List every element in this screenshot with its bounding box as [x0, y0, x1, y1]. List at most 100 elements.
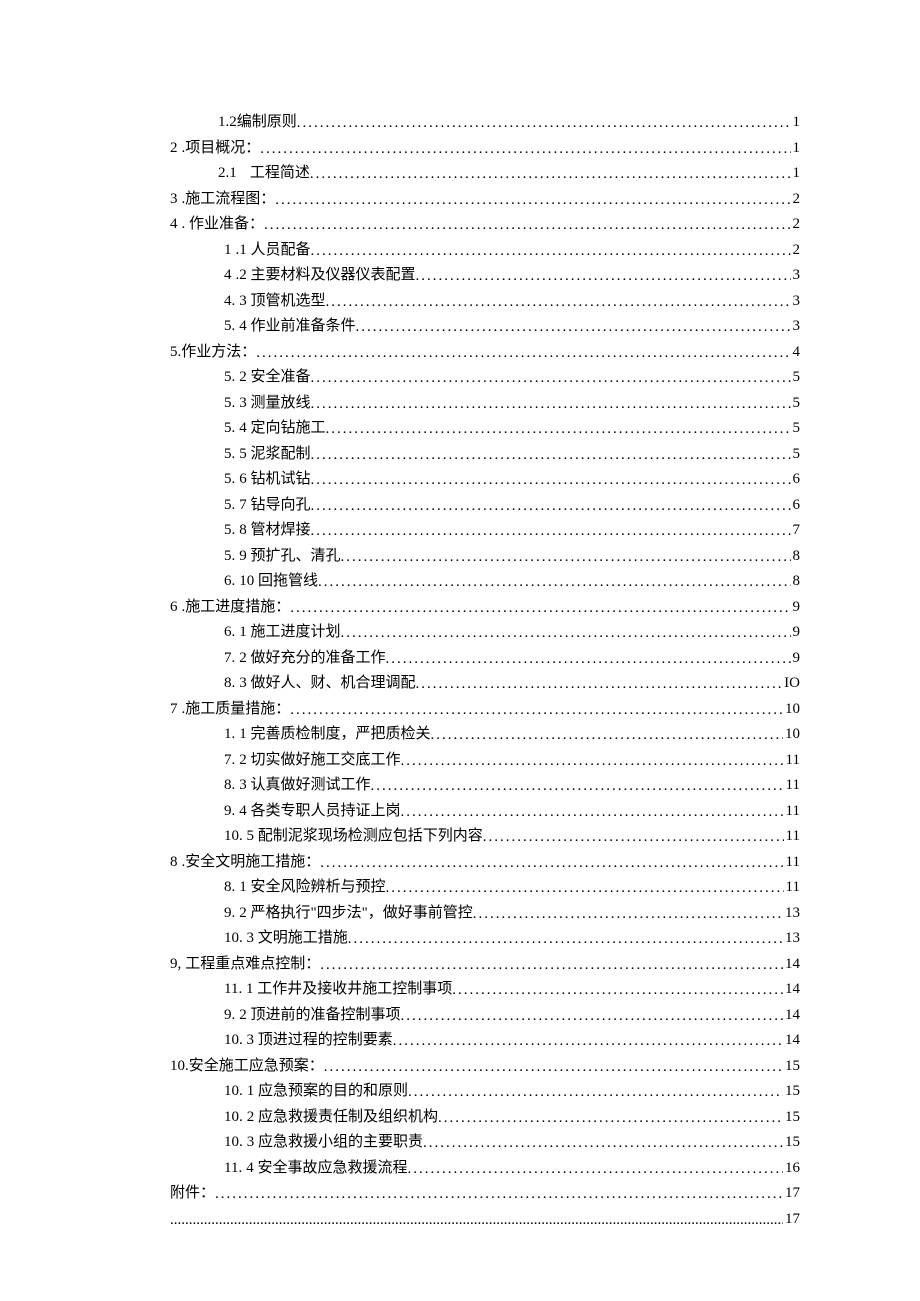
- toc-page-number: 4: [791, 345, 801, 360]
- toc-page-number: 5: [791, 447, 801, 462]
- toc-label: 3 顶管机选型: [239, 294, 325, 309]
- toc-number: 5.: [224, 472, 239, 487]
- toc-leader-dots: [170, 1213, 783, 1228]
- toc-label: 1 完善质检制度，严把质检关: [239, 727, 430, 742]
- toc-page-number: 1: [791, 166, 801, 181]
- toc-page-number: 9: [791, 651, 801, 666]
- toc-entry: 7.施工质量措施： 10: [170, 702, 800, 720]
- toc-label: 6 钻机试钻: [239, 472, 310, 487]
- toc-page-number: 3: [791, 268, 801, 283]
- toc-page-number: 6: [791, 498, 801, 513]
- toc-entry: 8.3 做好人、财、机合理调配IO: [170, 676, 800, 694]
- toc-number: 7: [170, 702, 182, 717]
- toc-label: 1 安全风险辨析与预控: [239, 880, 385, 895]
- toc-number: 5.: [224, 396, 239, 411]
- toc-page-number: 1: [791, 115, 801, 130]
- toc-page-number: 15: [783, 1110, 800, 1125]
- toc-page-number: 10: [783, 702, 800, 717]
- toc-leader-dots: [290, 601, 790, 616]
- toc-number: 6: [170, 600, 182, 615]
- toc-entry: 10.1 应急预案的目的和原则15: [170, 1084, 800, 1102]
- toc-leader-dots: [311, 448, 791, 463]
- toc-page-number: 14: [783, 957, 800, 972]
- toc-entry: 5.9 预扩孔、清孔8: [170, 549, 800, 567]
- toc-page-number: 3: [791, 319, 801, 334]
- toc-leader-dots: [326, 422, 791, 437]
- toc-entry: 5.作业方法：4: [170, 345, 800, 363]
- toc-leader-dots: [311, 499, 791, 514]
- toc-label: .施工质量措施：: [182, 702, 291, 717]
- toc-leader-dots: [256, 346, 790, 361]
- toc-entry: 1.1 人员配备2: [170, 243, 800, 261]
- toc-leader-dots: [452, 983, 783, 998]
- toc-leader-dots: [324, 1060, 783, 1075]
- toc-entry: 附件：17: [170, 1186, 800, 1204]
- toc-label: 1.2编制原则: [218, 115, 297, 130]
- table-of-contents: 1.2编制原则12.项目概况：12.1工程简述13.施工流程图：24. 作业准备…: [170, 115, 800, 1230]
- toc-leader-dots: [311, 473, 791, 488]
- toc-number: 3: [170, 192, 182, 207]
- toc-number: 9.: [224, 1008, 239, 1023]
- toc-number: 2: [170, 141, 182, 156]
- toc-page-number: 5: [791, 370, 801, 385]
- toc-entry: 2.1工程简述1: [170, 166, 800, 184]
- toc-leader-dots: [348, 932, 783, 947]
- toc-label: 3 应急救援小组的主要职责: [247, 1135, 423, 1150]
- toc-page-number: 11: [784, 753, 800, 768]
- toc-number: 6.: [224, 574, 239, 589]
- toc-page-number: 16: [783, 1161, 800, 1176]
- toc-entry: 5.4 定向钻施工5: [170, 421, 800, 439]
- toc-entry: 9.2 顶进前的准备控制事项14: [170, 1008, 800, 1026]
- toc-leader-dots: [260, 142, 790, 157]
- toc-entry: 7.2 做好充分的准备工作9: [170, 651, 800, 669]
- toc-page-number: 9: [791, 625, 801, 640]
- toc-leader-dots: [483, 830, 784, 845]
- document-page: 1.2编制原则12.项目概况：12.1工程简述13.施工流程图：24. 作业准备…: [0, 0, 920, 1301]
- toc-leader-dots: [416, 269, 791, 284]
- toc-leader-dots: [341, 550, 791, 565]
- toc-number: 1: [224, 243, 236, 258]
- toc-page-number: 2: [791, 243, 801, 258]
- toc-leader-dots: [311, 524, 791, 539]
- toc-entry: 10. 3 顶进过程的控制要素14: [170, 1033, 800, 1051]
- toc-label: .安全文明施工措施：: [182, 855, 321, 870]
- toc-leader-dots: [407, 1162, 783, 1177]
- toc-number: 10.: [224, 1135, 247, 1150]
- toc-leader-dots: [341, 626, 791, 641]
- toc-label: 3 测量放线: [239, 396, 310, 411]
- toc-leader-dots: [320, 958, 783, 973]
- toc-page-number: 10: [783, 727, 800, 742]
- toc-leader-dots: [393, 1034, 783, 1049]
- toc-label: 10 回拖管线: [239, 574, 318, 589]
- toc-leader-dots: [297, 116, 791, 131]
- toc-label: 8 管材焊接: [239, 523, 310, 538]
- toc-entry: 5.2 安全准备5: [170, 370, 800, 388]
- toc-entry: 6.10 回拖管线8: [170, 574, 800, 592]
- toc-page-number: IO: [782, 676, 800, 691]
- toc-page-number: 3: [791, 294, 801, 309]
- toc-entry: 11. 1 工作井及接收井施工控制事项14: [170, 982, 800, 1000]
- toc-number: 9.: [224, 804, 239, 819]
- toc-entry: 6.1 施工进度计划9: [170, 625, 800, 643]
- toc-label: 10. 5 配制泥浆现场检测应包括下列内容: [224, 829, 483, 844]
- toc-label: 4 定向钻施工: [239, 421, 325, 436]
- toc-leader-dots: [290, 703, 783, 718]
- toc-page-number: 2: [791, 192, 801, 207]
- toc-page-number: 13: [783, 906, 800, 921]
- toc-entry: 5.8 管材焊接7: [170, 523, 800, 541]
- toc-page-number: 6: [791, 472, 801, 487]
- toc-page-number: 15: [783, 1084, 800, 1099]
- toc-number: 4.: [224, 294, 239, 309]
- toc-number: 5.: [224, 370, 239, 385]
- toc-entry: 10.3 应急救援小组的主要职责15: [170, 1135, 800, 1153]
- toc-leader-dots: [215, 1187, 783, 1202]
- toc-entry: 9.2 严格执行"四步法"，做好事前管控13: [170, 906, 800, 924]
- toc-leader-dots: [310, 167, 791, 182]
- toc-entry: 11.4 安全事故应急救援流程16: [170, 1161, 800, 1179]
- toc-leader-dots: [473, 907, 783, 922]
- toc-label: 工程重点难点控制：: [185, 957, 320, 972]
- toc-label: .施工流程图：: [182, 192, 276, 207]
- toc-label: 1 施工进度计划: [239, 625, 340, 640]
- toc-page-number: 14: [783, 1008, 800, 1023]
- toc-page-number: 5: [791, 421, 801, 436]
